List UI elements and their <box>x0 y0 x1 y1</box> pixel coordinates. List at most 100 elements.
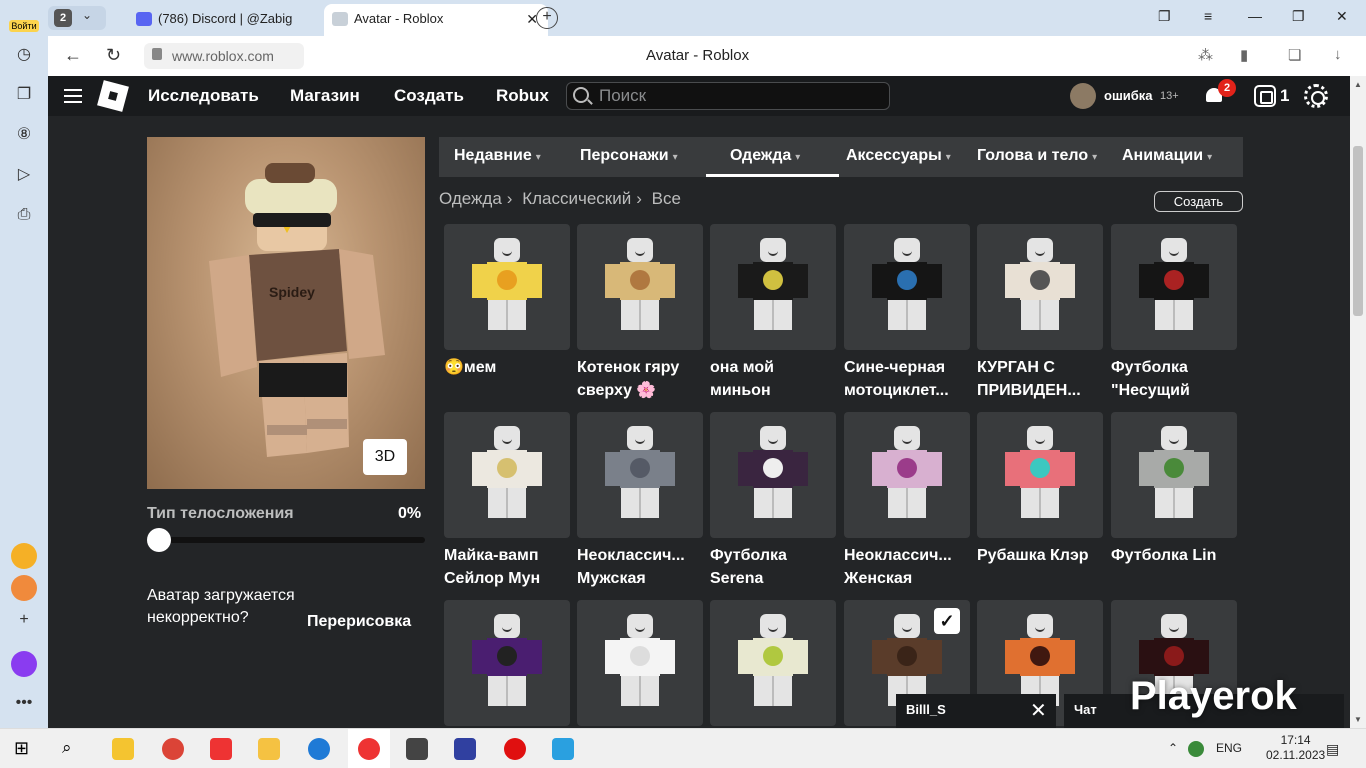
chrome-icon[interactable] <box>162 738 184 760</box>
tab-roblox[interactable]: Avatar - Roblox ✕ <box>324 4 548 36</box>
extensions-icon[interactable]: ❏ <box>1288 46 1301 64</box>
item-card[interactable]: Неоклассич... Женская <box>844 412 970 592</box>
app-shield-blue-icon[interactable] <box>454 738 476 760</box>
item-thumbnail[interactable] <box>710 600 836 726</box>
item-card[interactable]: она мой миньон <box>710 224 836 404</box>
windows-start-icon[interactable]: ⊞ <box>14 738 36 760</box>
yandex-browser-icon[interactable] <box>358 738 380 760</box>
robux-icon[interactable] <box>1254 85 1276 107</box>
tab-characters[interactable]: Персонажи ▾ <box>580 147 678 165</box>
search-input[interactable] <box>599 86 879 106</box>
new-tab-button[interactable]: + <box>536 7 558 29</box>
url-field[interactable]: www.roblox.com <box>144 43 304 69</box>
restore-icon[interactable]: ❐ <box>1292 8 1305 25</box>
explorer-icon[interactable] <box>258 738 280 760</box>
breadcrumb-classic[interactable]: Классический <box>522 189 631 208</box>
item-card[interactable]: Майка-вамп Сейлор Мун <box>444 412 570 592</box>
item-thumbnail[interactable] <box>844 412 970 538</box>
nav-explore[interactable]: Исследовать <box>148 86 259 106</box>
bookmark-icon[interactable]: ▮ <box>1240 46 1248 64</box>
opera-icon[interactable] <box>504 738 526 760</box>
item-thumbnail[interactable] <box>1111 224 1237 350</box>
item-card[interactable] <box>577 600 703 726</box>
item-thumbnail[interactable] <box>1111 412 1237 538</box>
notification-center-icon[interactable]: ▤ <box>1326 741 1339 758</box>
item-card[interactable]: 😳мем <box>444 224 570 404</box>
search-icon[interactable]: ⌕ <box>62 738 84 760</box>
item-card[interactable]: Футболка "Несущий <box>1111 224 1237 404</box>
item-thumbnail[interactable] <box>844 224 970 350</box>
item-thumbnail[interactable] <box>710 412 836 538</box>
item-card[interactable]: Футболка Lin <box>1111 412 1237 592</box>
item-card[interactable]: Сине-черная мотоциклет... <box>844 224 970 404</box>
gear-icon[interactable] <box>1304 84 1328 108</box>
chat-conversation[interactable]: Billl_S ✕ <box>896 694 1056 728</box>
bookmarks-icon[interactable]: ❐ <box>1158 8 1171 25</box>
scrollbar[interactable]: ▲ ▼ <box>1350 76 1366 728</box>
counter-icon[interactable]: ⑧ <box>13 124 35 146</box>
item-card[interactable]: Футболка Serena <box>710 412 836 592</box>
collections-icon[interactable]: ❐ <box>13 84 35 106</box>
yandex-icon[interactable] <box>210 738 232 760</box>
app-f-icon[interactable] <box>552 738 574 760</box>
nav-create[interactable]: Создать <box>394 86 464 106</box>
reload-icon[interactable]: ↻ <box>106 45 121 66</box>
item-thumbnail[interactable] <box>977 224 1103 350</box>
equipped-check-icon[interactable]: ✓ <box>934 608 960 634</box>
downloads-icon[interactable]: ↓ <box>1334 46 1342 63</box>
add-icon[interactable]: + <box>13 609 35 631</box>
tab-clothing[interactable]: Одежда ▾ <box>730 147 800 165</box>
roblox-logo-icon[interactable] <box>97 80 129 112</box>
close-icon[interactable]: ✕ <box>1030 698 1047 723</box>
yandex-market-icon[interactable] <box>112 738 134 760</box>
item-card[interactable]: Неоклассич... Мужская <box>577 412 703 592</box>
tab-count-button[interactable]: 2 ⌄ <box>48 6 106 30</box>
edge-icon[interactable] <box>308 738 330 760</box>
tab-animations[interactable]: Анимации ▾ <box>1122 147 1212 165</box>
item-thumbnail[interactable] <box>577 600 703 726</box>
scroll-up-icon[interactable]: ▲ <box>1354 80 1362 89</box>
alice-sun-icon[interactable] <box>11 543 37 569</box>
scroll-down-icon[interactable]: ▼ <box>1354 715 1362 724</box>
translate-icon[interactable]: ⁂ <box>1198 46 1213 64</box>
close-window-icon[interactable]: ✕ <box>1336 8 1348 25</box>
tab-accessories[interactable]: Аксессуары ▾ <box>846 147 951 165</box>
screenshot-icon[interactable]: ⎙ <box>13 204 35 226</box>
app-shield-icon[interactable] <box>406 738 428 760</box>
scrollbar-thumb[interactable] <box>1353 146 1363 316</box>
tab-recent[interactable]: Недавние ▾ <box>454 147 541 165</box>
item-thumbnail[interactable] <box>444 600 570 726</box>
item-card[interactable] <box>444 600 570 726</box>
tab-discord[interactable]: (786) Discord | @Zabig <box>128 4 318 36</box>
alice-icon[interactable] <box>11 651 37 677</box>
slider-handle[interactable] <box>147 528 171 552</box>
login-button[interactable]: Войти <box>4 4 44 34</box>
item-card[interactable]: Рубашка Клэр <box>977 412 1103 592</box>
nav-shop[interactable]: Магазин <box>290 86 360 106</box>
item-card[interactable] <box>710 600 836 726</box>
3d-toggle-button[interactable]: 3D <box>363 439 407 475</box>
avatar[interactable] <box>1070 83 1096 109</box>
mail-icon[interactable] <box>11 575 37 601</box>
notifications-button[interactable]: 2 <box>1204 79 1236 106</box>
play-icon[interactable]: ▷ <box>13 164 35 186</box>
tab-head-body[interactable]: Голова и тело ▾ <box>977 147 1097 165</box>
minimize-icon[interactable]: — <box>1248 8 1262 24</box>
tray-app-icon[interactable] <box>1188 741 1204 757</box>
more-icon[interactable]: ••• <box>13 692 35 714</box>
item-card[interactable]: КУРГАН С ПРИВИДЕН... <box>977 224 1103 404</box>
breadcrumb-clothing[interactable]: Одежда <box>439 189 502 208</box>
item-thumbnail[interactable] <box>577 224 703 350</box>
hamburger-menu-icon[interactable] <box>64 89 82 103</box>
clock[interactable]: 17:14 02.11.2023 <box>1266 733 1325 763</box>
item-card[interactable]: Котенок гяру сверху 🌸 <box>577 224 703 404</box>
back-icon[interactable]: ← <box>64 45 82 66</box>
menu-icon[interactable]: ≡ <box>1204 8 1212 24</box>
tray-chevron-icon[interactable]: ⌃ <box>1168 741 1178 755</box>
item-thumbnail[interactable] <box>577 412 703 538</box>
item-thumbnail[interactable] <box>977 412 1103 538</box>
create-button[interactable]: Создать <box>1154 191 1243 212</box>
redraw-button[interactable]: Перерисовка <box>307 613 411 631</box>
item-thumbnail[interactable] <box>710 224 836 350</box>
item-thumbnail[interactable] <box>444 412 570 538</box>
